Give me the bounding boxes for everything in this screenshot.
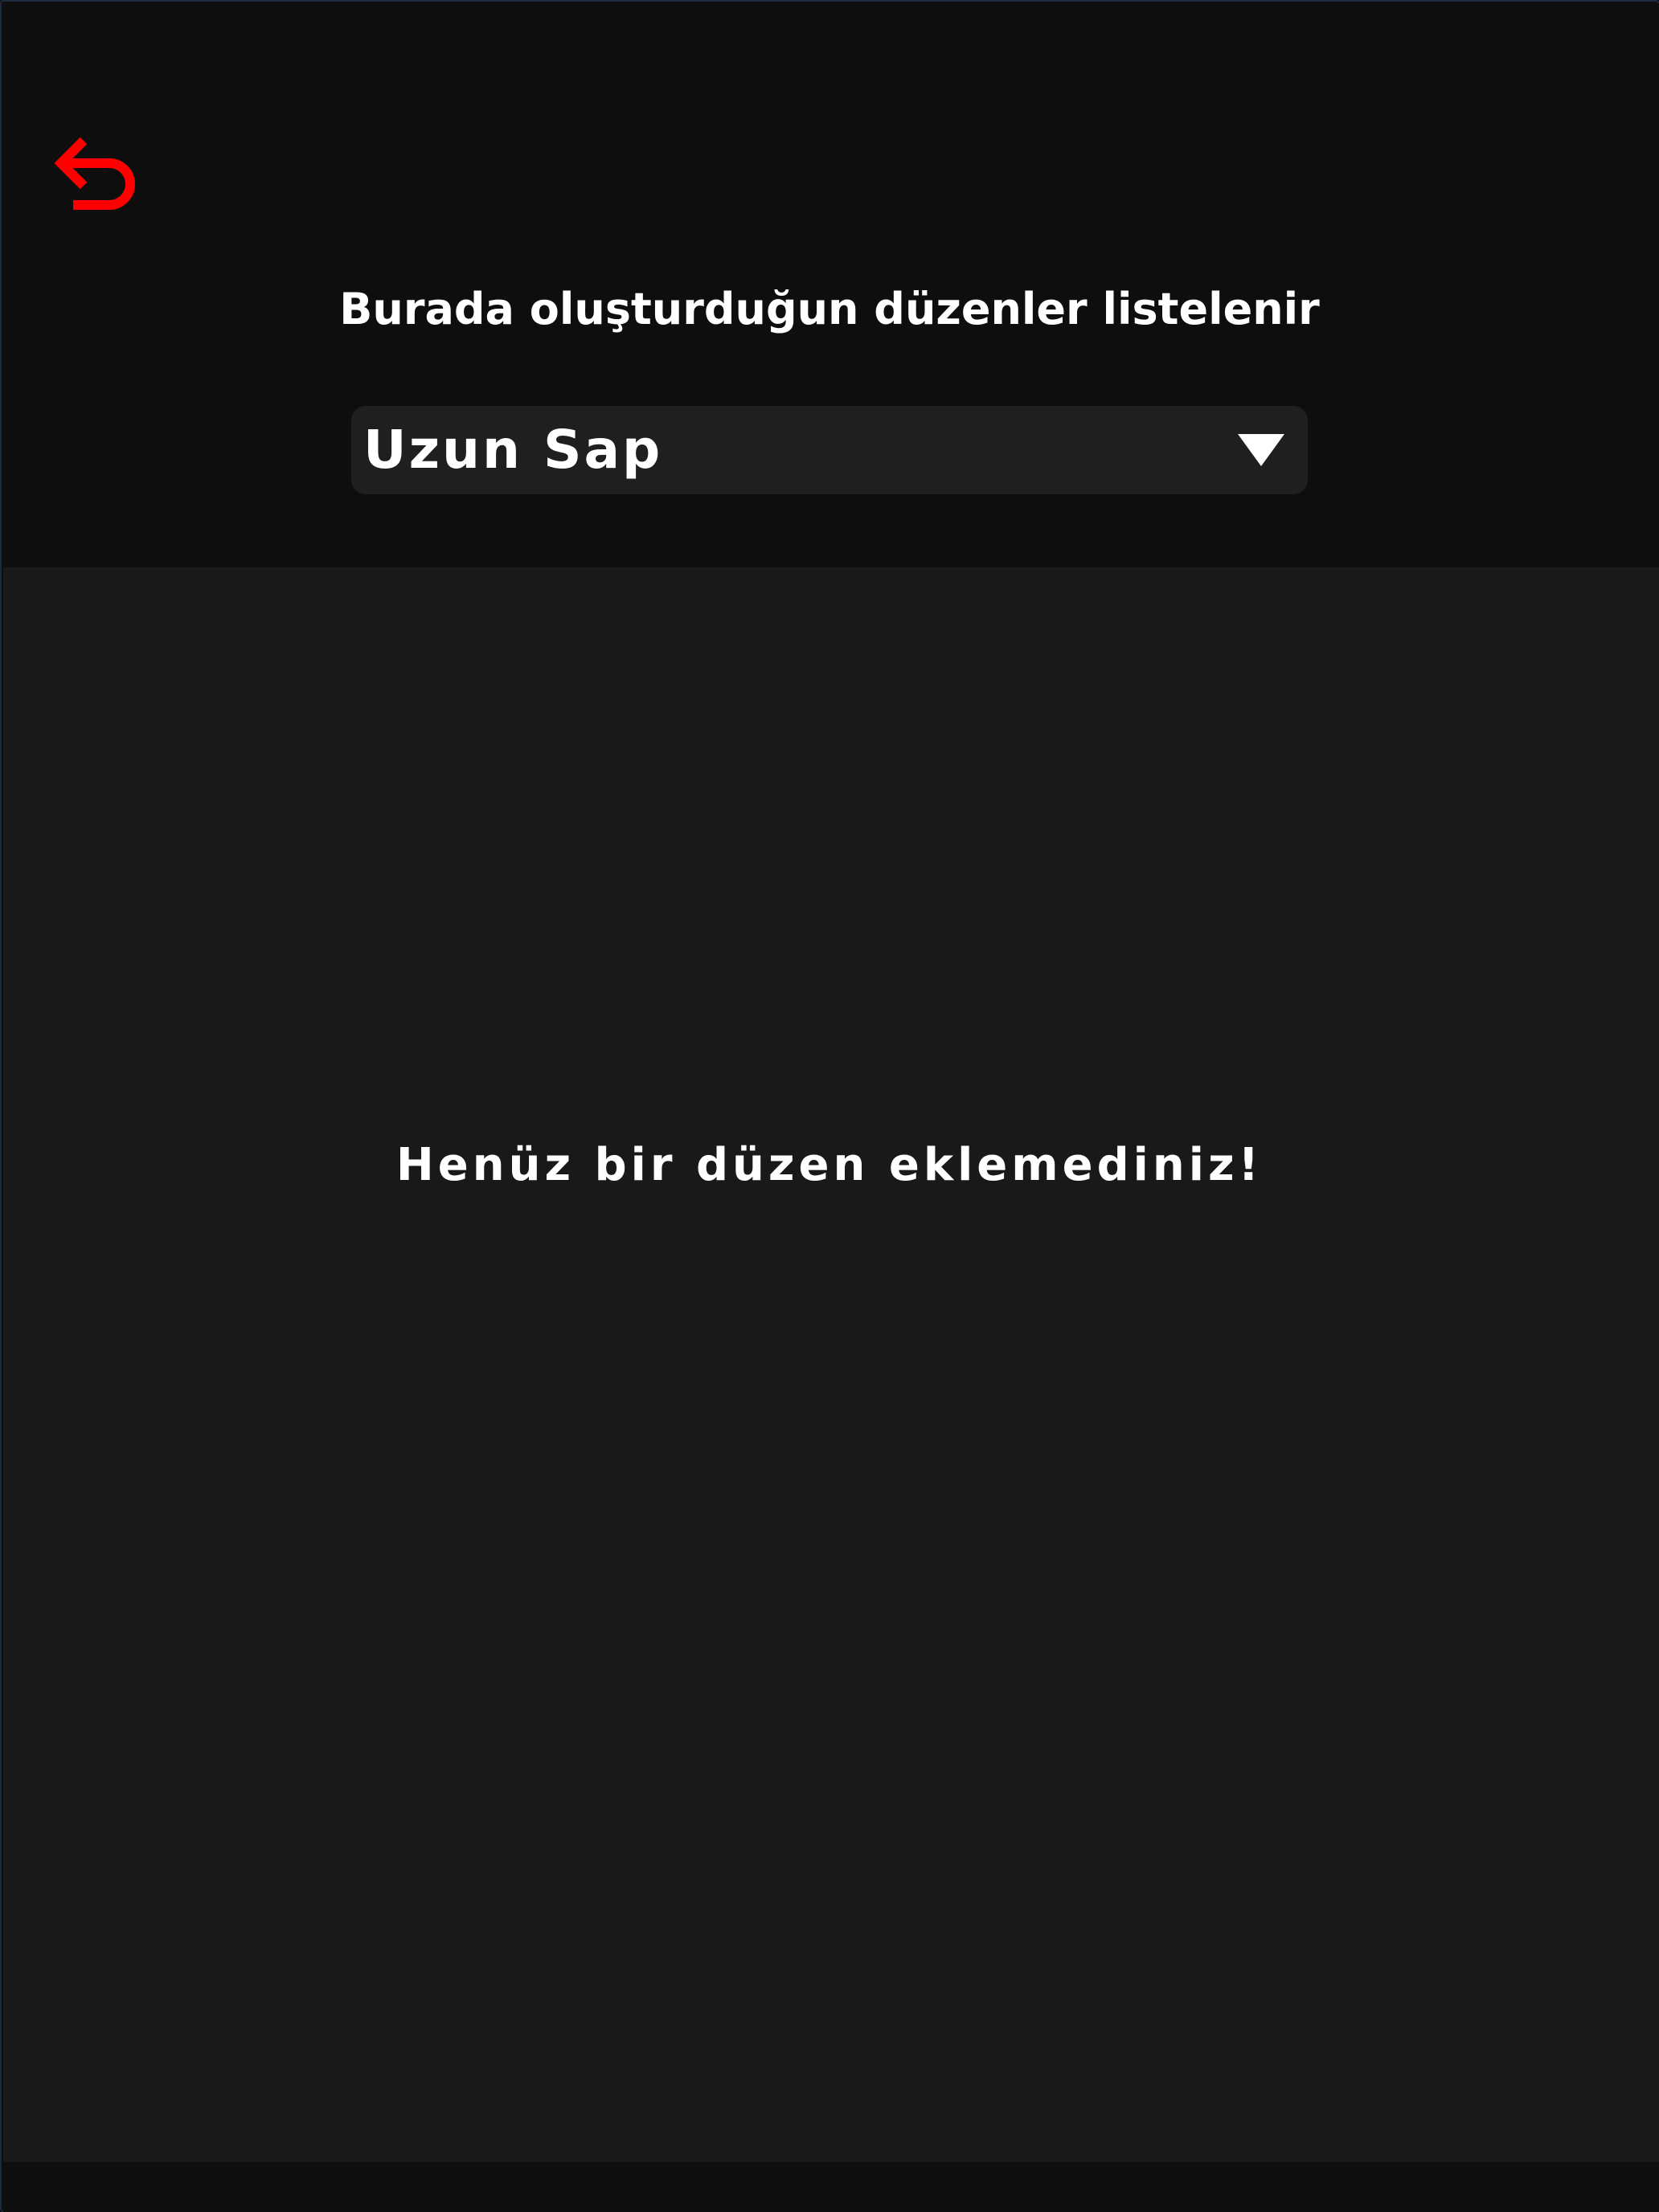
empty-state-message: Henüz bir düzen eklemediniz!: [395, 1139, 1264, 1191]
undo-arrow-icon: [54, 137, 135, 210]
bottom-bar: [3, 2162, 1659, 2212]
selected-layout-value: Uzun Sap: [363, 419, 663, 481]
layouts-list-panel: [3, 567, 1659, 2162]
page-title: Burada oluşturduğun düzenler listelenir: [339, 284, 1320, 334]
triangle-down-icon: [1238, 434, 1284, 466]
layout-selector-dropdown[interactable]: Uzun Sap: [351, 406, 1308, 494]
back-button[interactable]: [53, 126, 150, 223]
